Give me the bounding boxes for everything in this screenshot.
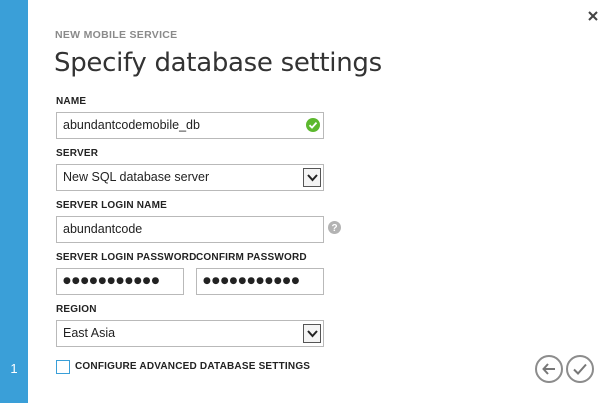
section-label: NEW MOBILE SERVICE [55, 29, 178, 41]
region-select-value: East Asia [63, 326, 116, 340]
server-select[interactable]: New SQL database server [56, 164, 324, 191]
chevron-down-icon[interactable] [303, 168, 321, 187]
region-label: REGION [56, 304, 97, 315]
wizard-step-sidebar: 1 [0, 0, 28, 403]
checkmark-icon [573, 363, 587, 375]
password-label: SERVER LOGIN PASSWORD [56, 252, 197, 263]
server-label: SERVER [56, 148, 99, 159]
checkmark-circle-icon [306, 118, 320, 132]
back-button[interactable] [535, 355, 563, 383]
confirm-password-input[interactable]: ●●●●●●●●●●● [196, 268, 324, 295]
back-arrow-icon [542, 363, 555, 375]
chevron-down-icon[interactable] [303, 324, 321, 343]
region-select[interactable]: East Asia [56, 320, 324, 347]
finish-button[interactable] [566, 355, 594, 383]
page-title: Specify database settings [54, 48, 382, 78]
login-label: SERVER LOGIN NAME [56, 200, 168, 211]
step-number: 1 [10, 361, 18, 376]
login-name-input[interactable]: abundantcode [56, 216, 324, 243]
password-input[interactable]: ●●●●●●●●●●● [56, 268, 184, 295]
svg-text:?: ? [331, 223, 337, 234]
name-input[interactable]: abundantcodemobile_db [56, 112, 324, 139]
name-label: NAME [56, 96, 87, 107]
question-icon[interactable]: ? [328, 221, 341, 234]
advanced-settings-checkbox[interactable] [56, 360, 70, 374]
confirm-password-label: CONFIRM PASSWORD [196, 252, 307, 263]
close-icon[interactable] [586, 9, 600, 23]
advanced-settings-label[interactable]: CONFIGURE ADVANCED DATABASE SETTINGS [75, 361, 310, 372]
server-select-value: New SQL database server [63, 170, 210, 184]
